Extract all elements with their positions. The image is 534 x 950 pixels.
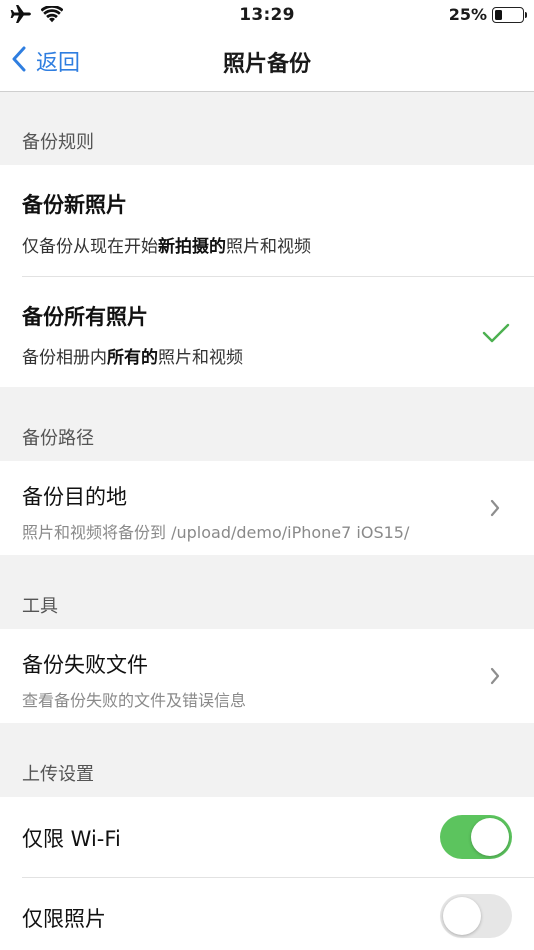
option-backup-new-photos[interactable]: 备份新照片 仅备份从现在开始新拍摄的照片和视频 bbox=[0, 165, 534, 276]
backup-destination-row[interactable]: 备份目的地 照片和视频将备份到 /upload/demo/iPhone7 iOS… bbox=[0, 461, 534, 555]
failed-files-row[interactable]: 备份失败文件 查看备份失败的文件及错误信息 bbox=[0, 629, 534, 723]
navigation-bar: 返回 照片备份 bbox=[0, 34, 534, 92]
row-title: 备份失败文件 bbox=[22, 653, 148, 677]
checkmark-icon bbox=[482, 322, 510, 348]
section-header-path: 备份路径 bbox=[22, 428, 94, 449]
toggle-knob bbox=[471, 818, 509, 856]
battery-percent: 25% bbox=[448, 5, 487, 24]
photos-only-row: 仅限照片 bbox=[0, 878, 534, 950]
battery-level bbox=[495, 9, 502, 20]
toggle-knob bbox=[443, 897, 481, 935]
photos-only-toggle[interactable] bbox=[440, 894, 512, 938]
row-label: 仅限 Wi-Fi bbox=[22, 827, 121, 851]
chevron-right-icon bbox=[490, 667, 500, 689]
status-bar: 13:29 25% bbox=[0, 0, 534, 34]
section-header-upload: 上传设置 bbox=[22, 764, 94, 785]
section-header-rules: 备份规则 bbox=[22, 132, 94, 153]
option-description: 仅备份从现在开始新拍摄的照片和视频 bbox=[22, 237, 311, 257]
row-subtitle: 查看备份失败的文件及错误信息 bbox=[22, 691, 247, 710]
wifi-only-toggle[interactable] bbox=[440, 815, 512, 859]
wifi-only-row: 仅限 Wi-Fi bbox=[0, 797, 534, 877]
battery-icon bbox=[492, 6, 527, 23]
option-backup-all-photos[interactable]: 备份所有照片 备份相册内所有的照片和视频 bbox=[0, 277, 534, 387]
chevron-right-icon bbox=[490, 499, 500, 521]
option-title: 备份新照片 bbox=[22, 193, 127, 217]
option-description: 备份相册内所有的照片和视频 bbox=[22, 348, 243, 368]
option-title: 备份所有照片 bbox=[22, 305, 148, 329]
section-header-tools: 工具 bbox=[22, 596, 58, 617]
row-title: 备份目的地 bbox=[22, 485, 127, 509]
row-label: 仅限照片 bbox=[22, 907, 106, 931]
page-title: 照片备份 bbox=[222, 52, 311, 77]
row-subtitle: 照片和视频将备份到 /upload/demo/iPhone7 iOS15/ bbox=[22, 523, 410, 542]
status-right: 25% bbox=[448, 5, 527, 24]
